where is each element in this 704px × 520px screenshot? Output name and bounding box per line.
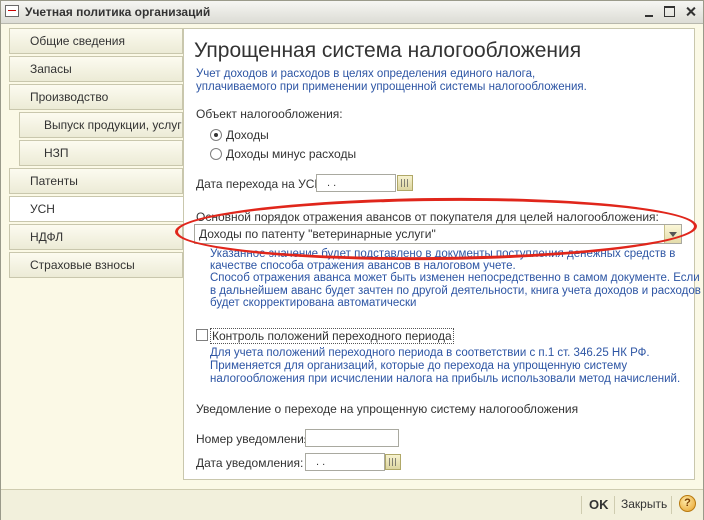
title-bar: Учетная политика организаций: [1, 1, 703, 24]
advance-method-select[interactable]: Доходы по патенту "ветеринарные услуги": [194, 224, 682, 244]
intro-text-line2: уплачиваемого при применении упрощенной …: [196, 81, 587, 93]
chevron-down-icon[interactable]: [664, 225, 681, 243]
advance-help-line1: Указанное значение будет подставлено в д…: [210, 248, 676, 260]
close-button[interactable]: Закрыть: [621, 497, 667, 511]
sidebar-item-usn[interactable]: УСН: [9, 196, 187, 222]
calendar-icon[interactable]: [397, 175, 413, 191]
ok-button[interactable]: OK: [589, 497, 609, 512]
sidebar-item-insurance[interactable]: Страховые взносы: [9, 252, 183, 278]
advance-method-value: Доходы по патенту "ветеринарные услуги": [199, 227, 436, 241]
footer-separator: [581, 496, 582, 514]
radio-income-minus-expenses-label: Доходы минус расходы: [226, 147, 357, 161]
policy-window: Учетная политика организаций Общие сведе…: [0, 0, 704, 520]
footer-separator: [671, 496, 672, 514]
maximize-button[interactable]: [661, 4, 677, 19]
transition-help-line2: Применяется для организаций, которые до …: [210, 360, 628, 372]
radio-income[interactable]: [210, 129, 222, 141]
advance-help-line4: в дальнейшем аванс будет зачтен по друго…: [210, 285, 701, 297]
transition-help-line1: Для учета положений переходного периода …: [210, 347, 650, 359]
transition-date-input[interactable]: . .: [316, 174, 396, 192]
notice-number-label: Номер уведомления:: [196, 432, 314, 446]
intro-text-line1: Учет доходов и расходов в целях определе…: [196, 68, 536, 80]
sidebar: Общие сведения Запасы Производство Выпус…: [9, 28, 187, 480]
transition-help-line3: налогообложения при исчислении налога на…: [210, 373, 681, 385]
window-title: Учетная политика организаций: [25, 5, 211, 19]
footer-separator: [614, 496, 615, 514]
help-icon[interactable]: ?: [679, 495, 696, 512]
advance-help-line3: Способ отражения аванса может быть измен…: [210, 272, 700, 284]
advance-help-line5: будет скорректирована автоматически: [210, 297, 417, 309]
sidebar-item-production[interactable]: Производство: [9, 84, 183, 110]
minimize-button[interactable]: [641, 4, 657, 19]
tax-object-label: Объект налогообложения:: [196, 107, 343, 121]
sidebar-item-inventory[interactable]: Запасы: [9, 56, 183, 82]
sidebar-item-patents[interactable]: Патенты: [9, 168, 183, 194]
sidebar-item-general[interactable]: Общие сведения: [9, 28, 183, 54]
window-icon: [5, 5, 19, 17]
notice-date-input[interactable]: . .: [305, 453, 385, 471]
close-window-button[interactable]: [682, 4, 698, 19]
footer-bar: OK Закрыть ?: [1, 489, 703, 520]
notice-section-heading: Уведомление о переходе на упрощенную сис…: [196, 402, 579, 416]
radio-income-minus-expenses[interactable]: [210, 148, 222, 160]
sidebar-item-output[interactable]: Выпуск продукции, услуг: [19, 112, 183, 138]
transition-period-checkbox[interactable]: [196, 329, 208, 341]
usn-panel: Упрощенная система налогообложения Учет …: [183, 28, 701, 480]
radio-income-label: Доходы: [226, 128, 269, 142]
transition-date-label: Дата перехода на УСН:: [196, 177, 327, 191]
notice-date-label: Дата уведомления:: [196, 456, 304, 470]
notice-number-input[interactable]: [305, 429, 399, 447]
advance-help-line2: качестве способа отражения авансов в нал…: [210, 260, 516, 272]
transition-period-label[interactable]: Контроль положений переходного периода: [210, 328, 454, 344]
page-title: Упрощенная система налогообложения: [194, 39, 582, 62]
calendar-icon[interactable]: [385, 454, 401, 470]
sidebar-item-wip[interactable]: НЗП: [19, 140, 183, 166]
sidebar-item-ndfl[interactable]: НДФЛ: [9, 224, 183, 250]
advance-method-label: Основной порядок отражения авансов от по…: [196, 210, 659, 224]
